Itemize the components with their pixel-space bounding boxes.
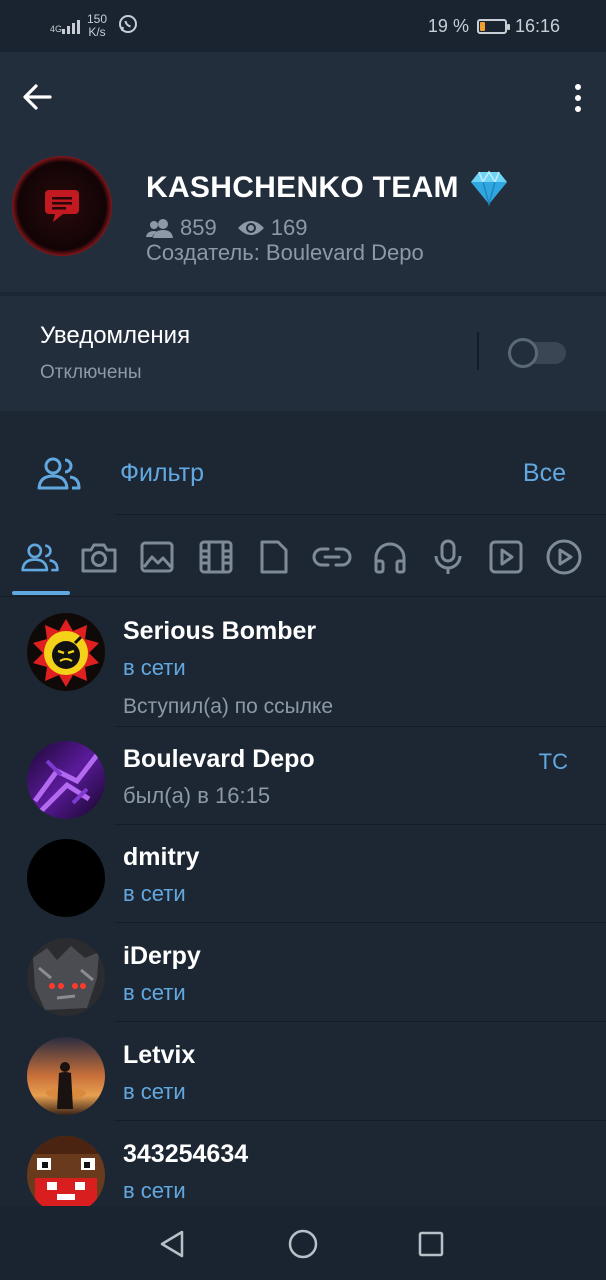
member-status: в сети [123, 881, 186, 906]
tab-links[interactable] [312, 537, 352, 577]
battery-percent: 19 % [427, 15, 469, 36]
channel-title: KASHCHENKO TEAM [146, 170, 509, 206]
network-speed: 150 K/s [86, 12, 108, 39]
back-button[interactable] [18, 78, 56, 116]
member-name: 343254634 [123, 1140, 249, 1168]
nav-recents-button[interactable] [411, 1224, 451, 1264]
camera-icon [81, 543, 117, 573]
microphone-icon [434, 539, 462, 574]
creator-label: Создатель: Boulevard Depo [146, 240, 424, 265]
member-name: Boulevard Depo [123, 745, 315, 773]
nav-back-button[interactable] [152, 1224, 192, 1264]
member-status: в сети [123, 655, 186, 680]
arrow-left-icon [23, 84, 52, 110]
channel-avatar[interactable] [12, 156, 112, 256]
members-section: Фильтр Все Serious Bomber в сети Вступил… [0, 431, 606, 1214]
member-status: в сети [123, 1079, 186, 1104]
tab-files[interactable] [254, 537, 294, 577]
filter-label[interactable]: Фильтр [120, 459, 204, 488]
avatar [27, 1136, 105, 1214]
divider [114, 514, 606, 515]
member-status: в сети [123, 1178, 186, 1203]
tab-music[interactable] [370, 537, 410, 577]
member-row[interactable]: iDerpy в сети [0, 924, 606, 1022]
avatar [27, 839, 105, 917]
media-tabs [0, 523, 606, 597]
member-row[interactable]: Serious Bomber в сети Вступил(а) по ссыл… [0, 597, 606, 727]
avatar [27, 741, 105, 819]
online-count: 169 [270, 215, 308, 240]
play-circle-icon [546, 539, 582, 575]
members-icon [146, 219, 173, 238]
message-icon [45, 190, 79, 222]
clock: 16:16 [514, 15, 560, 36]
tab-videos[interactable] [196, 537, 236, 577]
member-status: в сети [123, 980, 186, 1005]
notifications-row[interactable]: Уведомления Отключены [0, 296, 606, 411]
tab-round-video[interactable] [486, 537, 526, 577]
whatsapp-icon [118, 14, 138, 39]
status-bar: 4G 150 K/s 19 % 16:16 [0, 0, 606, 52]
system-nav-bar [0, 1206, 606, 1280]
member-name: dmitry [123, 843, 200, 871]
avatar [27, 613, 105, 691]
members-icon [21, 543, 59, 572]
member-row[interactable]: dmitry в сети [0, 825, 606, 923]
filter-row[interactable]: Фильтр Все [0, 431, 606, 515]
members-icon [37, 457, 81, 490]
triangle-back-icon [160, 1230, 184, 1258]
member-name: iDerpy [123, 942, 201, 970]
tab-members[interactable] [20, 537, 60, 577]
film-icon [199, 540, 233, 574]
eye-icon [237, 221, 264, 235]
video-icon [489, 540, 523, 574]
divider [114, 1120, 606, 1121]
member-role-tag: ТС [538, 749, 568, 774]
link-icon [312, 547, 352, 567]
tab-gifs[interactable] [544, 537, 584, 577]
member-name: Serious Bomber [123, 617, 317, 645]
divider [114, 922, 606, 923]
diamond-icon [470, 170, 507, 206]
image-icon [140, 541, 174, 573]
tab-voice[interactable] [428, 537, 468, 577]
battery-icon [476, 18, 510, 34]
member-name: Letvix [123, 1041, 196, 1069]
member-status: был(а) в 16:15 [123, 783, 271, 808]
file-icon [260, 540, 288, 574]
notifications-toggle[interactable] [508, 338, 566, 368]
nav-home-button[interactable] [283, 1224, 323, 1264]
notifications-title: Уведомления [40, 322, 191, 349]
active-tab-indicator [12, 591, 70, 595]
signal-icon: 4G [50, 18, 80, 34]
tab-photos[interactable] [79, 537, 119, 577]
members-count: 859 [180, 215, 217, 240]
divider [477, 332, 479, 370]
member-row[interactable]: Letvix в сети [0, 1023, 606, 1121]
channel-stats: 859 169 [146, 215, 307, 241]
member-join-info: Вступил(а) по ссылке [123, 695, 334, 718]
square-recents-icon [418, 1231, 444, 1257]
avatar [27, 938, 105, 1016]
avatar [27, 1037, 105, 1115]
channel-header: KASHCHENKO TEAM 859 169 Создатель: Boule… [0, 52, 606, 292]
network-type: 4G [50, 24, 63, 34]
more-menu-button[interactable] [566, 80, 590, 116]
member-row[interactable]: Boulevard Depo был(а) в 16:15 ТС [0, 727, 606, 825]
tab-images[interactable] [137, 537, 177, 577]
divider [114, 1021, 606, 1022]
headphones-icon [374, 542, 406, 574]
circle-home-icon [288, 1229, 318, 1259]
filter-value[interactable]: Все [523, 459, 566, 488]
notifications-status: Отключены [40, 362, 142, 383]
